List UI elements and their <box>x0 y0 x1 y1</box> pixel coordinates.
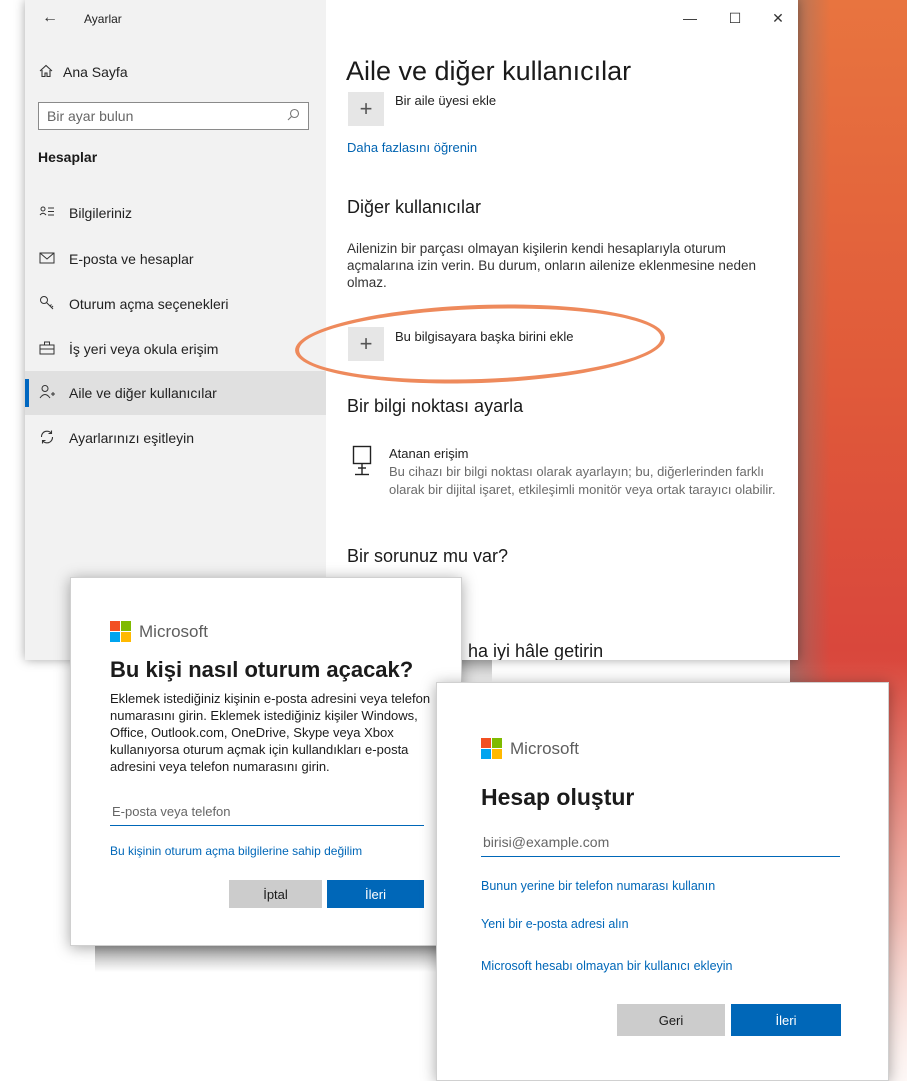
assigned-access-description: Bu cihazı bir bilgi noktası olarak ayarl… <box>389 464 776 497</box>
signin-dialog-text: Eklemek istediğiniz kişinin e-posta adre… <box>110 691 431 774</box>
add-family-label[interactable]: Bir aile üyesi ekle <box>395 93 496 108</box>
assigned-access-title[interactable]: Atanan erişim <box>389 446 468 461</box>
signin-dialog-title: Bu kişi nasıl oturum açacak? <box>110 657 414 682</box>
sidebar-item-label: E-posta ve hesaplar <box>69 251 194 267</box>
add-family-button[interactable]: + <box>348 92 384 126</box>
microsoft-wordmark: Microsoft <box>510 738 579 758</box>
add-user-without-ms-link[interactable]: Microsoft hesabı olmayan bir kullanıcı e… <box>481 959 733 973</box>
other-users-description: Ailenizin bir parçası olmayan kişilerin … <box>347 241 756 290</box>
briefcase-icon <box>39 341 63 358</box>
microsoft-logo-icon <box>110 621 131 642</box>
sidebar-item-label: Bilgileriniz <box>69 205 133 221</box>
sidebar-home-label: Ana Sayfa <box>63 64 128 80</box>
create-account-title: Hesap oluştur <box>481 784 635 810</box>
main-content: Aile ve diğer kullanıcılar + Bir aile üy… <box>346 0 786 660</box>
next-button[interactable]: İleri <box>731 1004 841 1036</box>
signin-dialog: Microsoft Bu kişi nasıl oturum açacak? E… <box>70 577 462 946</box>
sidebar-item-label: Ayarlarınızı eşitleyin <box>69 430 195 446</box>
partial-heading: ha iyi hâle getirin <box>468 641 604 660</box>
sidebar-home[interactable]: Ana Sayfa <box>39 60 128 84</box>
page-title: Aile ve diğer kullanıcılar <box>346 56 632 86</box>
sidebar-item-work[interactable]: İş yeri veya okula erişim <box>25 327 326 371</box>
home-icon <box>39 64 63 81</box>
person-card-icon <box>39 205 63 222</box>
sidebar-item-label: Oturum açma seçenekleri <box>69 296 229 312</box>
learn-more-link[interactable]: Daha fazlasını öğrenin <box>347 140 477 155</box>
plus-icon: + <box>359 96 373 121</box>
sidebar-item-label: Aile ve diğer kullanıcılar <box>69 385 217 401</box>
mail-icon <box>39 251 63 267</box>
add-other-user-label[interactable]: Bu bilgisayara başka birini ekle <box>395 329 573 344</box>
microsoft-logo: Microsoft <box>110 621 208 642</box>
sync-icon <box>39 429 63 448</box>
sidebar-item-signin[interactable]: Oturum açma seçenekleri <box>25 282 326 326</box>
plus-icon: + <box>359 331 373 356</box>
back-button[interactable]: ← <box>37 6 63 30</box>
next-button[interactable]: İleri <box>327 880 424 908</box>
person-add-icon <box>39 384 63 403</box>
microsoft-logo-icon <box>481 738 502 759</box>
microsoft-wordmark: Microsoft <box>139 621 208 641</box>
monitor-icon[interactable] <box>352 445 372 477</box>
app-title: Ayarlar <box>84 12 122 26</box>
sidebar-item-family[interactable]: Aile ve diğer kullanıcılar <box>25 371 326 415</box>
key-icon <box>39 295 63 314</box>
new-email-link[interactable]: Yeni bir e-posta adresi alın <box>481 917 629 931</box>
other-users-heading: Diğer kullanıcılar <box>347 197 482 217</box>
create-account-dialog: Microsoft Hesap oluştur Bunun yerine bir… <box>436 682 889 1081</box>
sidebar-section-title: Hesaplar <box>38 149 98 165</box>
kiosk-heading: Bir bilgi noktası ayarla <box>347 396 524 416</box>
no-signin-info-link[interactable]: Bu kişinin oturum açma bilgilerine sahip… <box>110 844 362 858</box>
settings-window: ← Ayarlar — ☐ ✕ Ana Sayfa Bir ayar bulun… <box>25 0 798 660</box>
search-placeholder: Bir ayar bulun <box>47 108 134 124</box>
sidebar-item-sync[interactable]: Ayarlarınızı eşitleyin <box>25 416 326 460</box>
add-other-user-button[interactable]: + <box>348 327 384 361</box>
dialog-shadow <box>462 660 492 682</box>
search-icon <box>287 108 300 124</box>
email-input[interactable] <box>481 831 840 857</box>
dialog-shadow <box>95 946 460 972</box>
sidebar-item-label: İş yeri veya okula erişim <box>69 341 219 357</box>
question-heading: Bir sorunuz mu var? <box>347 546 509 566</box>
settings-search-input[interactable]: Bir ayar bulun <box>38 102 309 130</box>
cancel-button[interactable]: İptal <box>229 880 322 908</box>
sidebar-item-info[interactable]: Bilgileriniz <box>25 191 326 235</box>
use-phone-link[interactable]: Bunun yerine bir telefon numarası kullan… <box>481 879 715 893</box>
back-button[interactable]: Geri <box>617 1004 725 1036</box>
email-or-phone-input[interactable] <box>110 802 424 826</box>
microsoft-logo: Microsoft <box>481 738 579 759</box>
sidebar-item-email[interactable]: E-posta ve hesaplar <box>25 237 326 281</box>
